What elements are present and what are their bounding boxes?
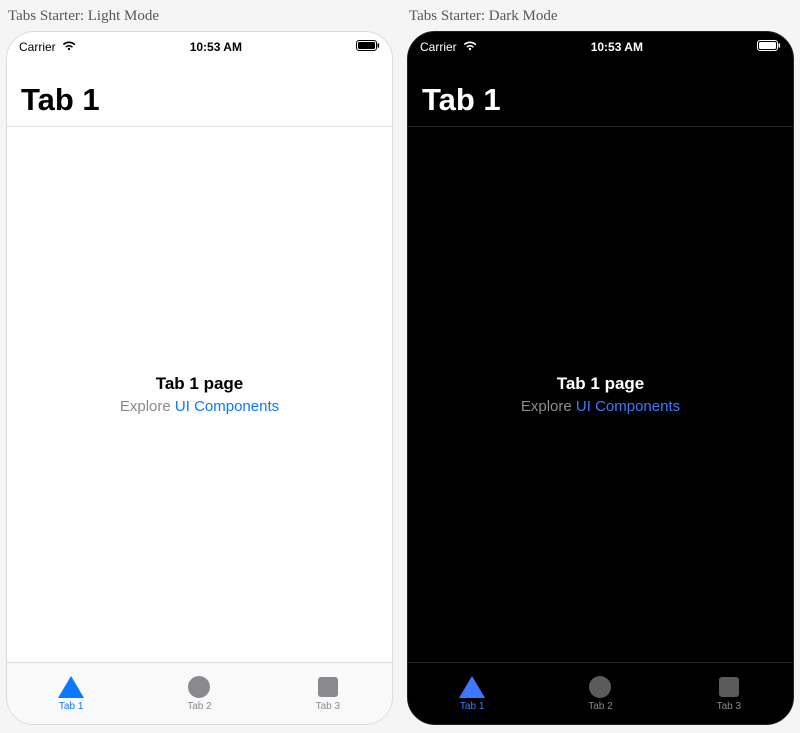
tab-2[interactable]: Tab 2 bbox=[536, 663, 664, 724]
triangle-icon bbox=[459, 675, 485, 699]
tab-1[interactable]: Tab 1 bbox=[7, 663, 135, 724]
circle-icon bbox=[589, 675, 611, 699]
phone-frame-light: Carrier 10:53 AM Tab 1 Tab 1 page bbox=[6, 31, 393, 725]
tab-3-label: Tab 3 bbox=[717, 701, 741, 712]
status-time: 10:53 AM bbox=[190, 40, 242, 54]
tab-bar: Tab 1 Tab 2 Tab 3 bbox=[7, 662, 392, 724]
tab-1-label: Tab 1 bbox=[59, 701, 83, 712]
carrier-label: Carrier bbox=[19, 40, 56, 54]
square-icon bbox=[318, 675, 338, 699]
explore-prefix: Explore bbox=[120, 398, 175, 415]
page-header: Tab 1 bbox=[7, 56, 392, 127]
status-time: 10:53 AM bbox=[591, 40, 643, 54]
carrier-label: Carrier bbox=[420, 40, 457, 54]
tab-2[interactable]: Tab 2 bbox=[135, 663, 263, 724]
content-title: Tab 1 page bbox=[557, 374, 645, 394]
battery-icon bbox=[757, 40, 781, 54]
tab-3-label: Tab 3 bbox=[316, 701, 340, 712]
page-title: Tab 1 bbox=[21, 82, 378, 118]
page-content: Tab 1 page Explore UI Components bbox=[7, 127, 392, 662]
triangle-icon bbox=[58, 675, 84, 699]
tab-1-label: Tab 1 bbox=[460, 701, 484, 712]
caption-dark: Tabs Starter: Dark Mode bbox=[407, 6, 794, 31]
phone-frame-dark: Carrier 10:53 AM Tab 1 Tab 1 page bbox=[407, 31, 794, 725]
panel-light: Tabs Starter: Light Mode Carrier 10:53 A… bbox=[6, 6, 393, 725]
page-header: Tab 1 bbox=[408, 56, 793, 127]
panel-dark: Tabs Starter: Dark Mode Carrier 10:53 AM bbox=[407, 6, 794, 725]
tab-2-label: Tab 2 bbox=[187, 701, 211, 712]
battery-icon bbox=[356, 40, 380, 54]
tab-bar: Tab 1 Tab 2 Tab 3 bbox=[408, 662, 793, 724]
wifi-icon bbox=[463, 40, 477, 54]
square-icon bbox=[719, 675, 739, 699]
page-title: Tab 1 bbox=[422, 82, 779, 118]
tab-2-label: Tab 2 bbox=[588, 701, 612, 712]
content-title: Tab 1 page bbox=[156, 374, 244, 394]
tab-3[interactable]: Tab 3 bbox=[665, 663, 793, 724]
explore-prefix: Explore bbox=[521, 398, 576, 415]
circle-icon bbox=[188, 675, 210, 699]
page-content: Tab 1 page Explore UI Components bbox=[408, 127, 793, 662]
status-bar: Carrier 10:53 AM bbox=[408, 32, 793, 56]
content-subtitle: Explore UI Components bbox=[120, 398, 279, 415]
wifi-icon bbox=[62, 40, 76, 54]
tab-1[interactable]: Tab 1 bbox=[408, 663, 536, 724]
ui-components-link[interactable]: UI Components bbox=[175, 398, 279, 415]
caption-light: Tabs Starter: Light Mode bbox=[6, 6, 393, 31]
content-subtitle: Explore UI Components bbox=[521, 398, 680, 415]
tab-3[interactable]: Tab 3 bbox=[264, 663, 392, 724]
status-bar: Carrier 10:53 AM bbox=[7, 32, 392, 56]
ui-components-link[interactable]: UI Components bbox=[576, 398, 680, 415]
